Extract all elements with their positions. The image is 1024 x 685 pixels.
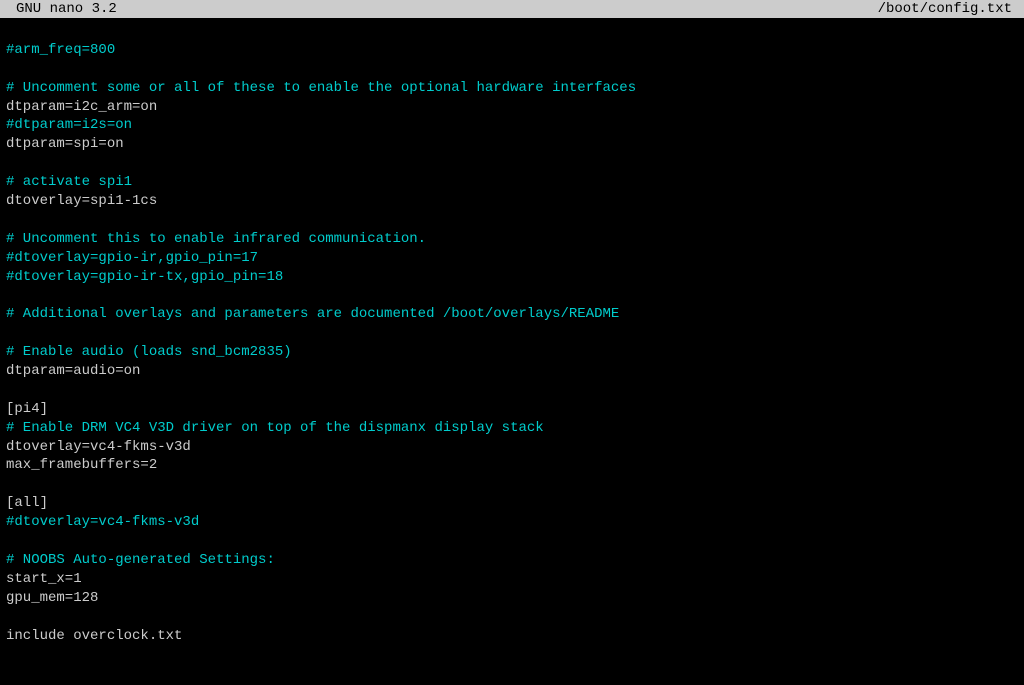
editor-line[interactable]: [all] <box>6 494 1018 513</box>
editor-line[interactable]: start_x=1 <box>6 570 1018 589</box>
editor-line[interactable]: #dtoverlay=gpio-ir,gpio_pin=17 <box>6 249 1018 268</box>
app-name: GNU nano 3.2 <box>8 1 117 17</box>
editor-content[interactable]: #arm_freq=800 # Uncomment some or all of… <box>0 18 1024 649</box>
editor-line[interactable]: #dtparam=i2s=on <box>6 116 1018 135</box>
editor-line[interactable]: # Uncomment some or all of these to enab… <box>6 79 1018 98</box>
editor-line[interactable]: # Enable DRM VC4 V3D driver on top of th… <box>6 419 1018 438</box>
editor-line[interactable]: # NOOBS Auto-generated Settings: <box>6 551 1018 570</box>
editor-line[interactable]: dtoverlay=vc4-fkms-v3d <box>6 438 1018 457</box>
editor-line[interactable] <box>6 608 1018 627</box>
editor-line[interactable]: gpu_mem=128 <box>6 589 1018 608</box>
editor-line[interactable]: dtoverlay=spi1-1cs <box>6 192 1018 211</box>
editor-line[interactable]: # Uncomment this to enable infrared comm… <box>6 230 1018 249</box>
editor-line[interactable] <box>6 154 1018 173</box>
editor-line[interactable]: dtparam=i2c_arm=on <box>6 98 1018 117</box>
editor-line[interactable] <box>6 475 1018 494</box>
editor-line[interactable] <box>6 22 1018 41</box>
editor-line[interactable]: #arm_freq=800 <box>6 41 1018 60</box>
editor-line[interactable]: #dtoverlay=gpio-ir-tx,gpio_pin=18 <box>6 268 1018 287</box>
editor-line[interactable]: dtparam=audio=on <box>6 362 1018 381</box>
editor-line[interactable]: #dtoverlay=vc4-fkms-v3d <box>6 513 1018 532</box>
editor-line[interactable]: # Enable audio (loads snd_bcm2835) <box>6 343 1018 362</box>
editor-line[interactable] <box>6 532 1018 551</box>
editor-line[interactable] <box>6 211 1018 230</box>
editor-line[interactable]: include overclock.txt <box>6 627 1018 646</box>
editor-line[interactable] <box>6 60 1018 79</box>
editor-line[interactable] <box>6 324 1018 343</box>
editor-line[interactable]: [pi4] <box>6 400 1018 419</box>
editor-line[interactable]: max_framebuffers=2 <box>6 456 1018 475</box>
editor-line[interactable]: # Additional overlays and parameters are… <box>6 305 1018 324</box>
editor-line[interactable]: dtparam=spi=on <box>6 135 1018 154</box>
editor-line[interactable] <box>6 381 1018 400</box>
editor-line[interactable] <box>6 286 1018 305</box>
filename: /boot/config.txt <box>878 1 1016 17</box>
titlebar: GNU nano 3.2 /boot/config.txt <box>0 0 1024 18</box>
editor-line[interactable]: # activate spi1 <box>6 173 1018 192</box>
